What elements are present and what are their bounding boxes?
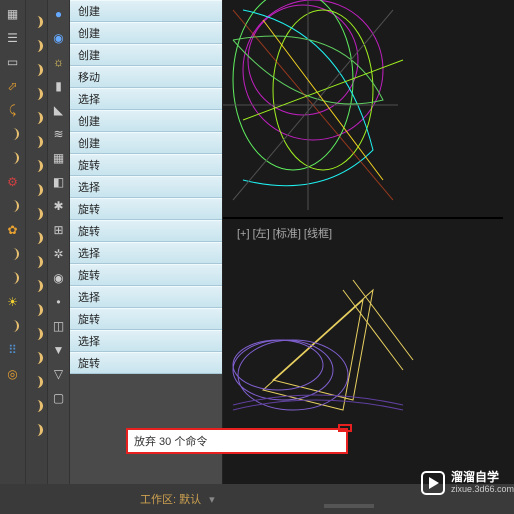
half-moon-icon[interactable]: [27, 252, 47, 272]
history-dropdown: 创建 创建 创建 移动 选择 创建 创建 旋转 选择 旋转 旋转 选择 旋转 选…: [70, 0, 222, 374]
half-moon-icon[interactable]: [27, 324, 47, 344]
moon-icon[interactable]: [3, 148, 23, 168]
camera-icon[interactable]: ▮: [49, 76, 69, 96]
toolbar-shapes: [26, 0, 48, 514]
half-moon-icon[interactable]: [27, 84, 47, 104]
history-item[interactable]: 创建: [70, 132, 222, 154]
watermark-url: zixue.3d66.com: [451, 485, 514, 495]
workspace-label[interactable]: 工作区: 默认: [140, 491, 201, 507]
history-item[interactable]: 选择: [70, 242, 222, 264]
grid-icon[interactable]: ▦: [49, 148, 69, 168]
half-moon-icon[interactable]: [27, 372, 47, 392]
highlight-corner: [338, 424, 352, 432]
circle-icon[interactable]: ●: [49, 4, 69, 24]
list-icon[interactable]: ☰: [3, 28, 23, 48]
history-item[interactable]: 创建: [70, 110, 222, 132]
history-item[interactable]: 旋转: [70, 220, 222, 242]
history-item[interactable]: 选择: [70, 176, 222, 198]
moon-icon[interactable]: [3, 316, 23, 336]
eye-icon[interactable]: ◉: [49, 268, 69, 288]
window-icon[interactable]: ▭: [3, 52, 23, 72]
launch-icon[interactable]: ⬀: [3, 76, 23, 96]
undo-count-box: 放弃 30 个命令: [126, 428, 348, 454]
half-moon-icon[interactable]: [27, 60, 47, 80]
undo-count-text: 放弃 30 个命令: [134, 433, 207, 449]
history-item[interactable]: 创建: [70, 22, 222, 44]
history-item[interactable]: 创建: [70, 44, 222, 66]
play-icon: [421, 471, 445, 495]
spacer-icon: [27, 4, 47, 8]
moon-icon[interactable]: [3, 124, 23, 144]
half-moon-icon[interactable]: [27, 300, 47, 320]
star-icon[interactable]: ✲: [49, 244, 69, 264]
filter-icon[interactable]: ▽: [49, 364, 69, 384]
bulb-icon[interactable]: ☼: [49, 52, 69, 72]
wave-icon[interactable]: ≋: [49, 124, 69, 144]
half-moon-icon[interactable]: [27, 132, 47, 152]
watermark-title: 溜溜自学: [451, 471, 514, 484]
sphere-icon[interactable]: ◉: [49, 28, 69, 48]
history-item[interactable]: 移动: [70, 66, 222, 88]
measure-icon[interactable]: ◣: [49, 100, 69, 120]
viewport-label[interactable]: [+] [左] [标准] [线框]: [237, 225, 332, 241]
half-moon-icon[interactable]: [27, 156, 47, 176]
ring-icon[interactable]: ◎: [3, 364, 23, 384]
sun-icon[interactable]: ☀: [3, 292, 23, 312]
clipboard-icon[interactable]: ▢: [49, 388, 69, 408]
grid3-icon[interactable]: ⊞: [49, 220, 69, 240]
history-item[interactable]: 选择: [70, 330, 222, 352]
half-moon-icon[interactable]: [27, 36, 47, 56]
history-item[interactable]: 旋转: [70, 308, 222, 330]
flower-icon[interactable]: ✿: [3, 220, 23, 240]
timeline-slider[interactable]: [324, 504, 374, 508]
grid-icon[interactable]: ▦: [3, 4, 23, 24]
atom-icon[interactable]: ✱: [49, 196, 69, 216]
half-moon-icon[interactable]: [27, 108, 47, 128]
box-icon[interactable]: ◧: [49, 172, 69, 192]
half-moon-icon[interactable]: [27, 276, 47, 296]
moon-icon[interactable]: [3, 244, 23, 264]
half-moon-icon[interactable]: [27, 228, 47, 248]
half-moon-icon[interactable]: [27, 396, 47, 416]
funnel-icon[interactable]: ▼: [49, 340, 69, 360]
moon-icon[interactable]: [3, 196, 23, 216]
dot-icon[interactable]: •: [49, 292, 69, 312]
history-item[interactable]: 选择: [70, 286, 222, 308]
history-item[interactable]: 选择: [70, 88, 222, 110]
dropdown-icon[interactable]: ▾: [209, 493, 215, 506]
history-item[interactable]: 旋转: [70, 198, 222, 220]
history-item[interactable]: 旋转: [70, 264, 222, 286]
toolbar-appshell: ▦ ☰ ▭ ⬀ ⤹ ⚙ ✿ ☀ ⠿ ◎: [0, 0, 26, 514]
half-moon-icon[interactable]: [27, 180, 47, 200]
gear-icon[interactable]: ⚙: [3, 172, 23, 192]
half-moon-icon[interactable]: [27, 204, 47, 224]
curve-icon[interactable]: ⤹: [3, 100, 23, 120]
watermark: 溜溜自学 zixue.3d66.com: [421, 471, 514, 495]
half-moon-icon[interactable]: [27, 348, 47, 368]
cube-icon[interactable]: ◫: [49, 316, 69, 336]
half-moon-icon[interactable]: [27, 420, 47, 440]
history-item[interactable]: 旋转: [70, 352, 222, 374]
history-item[interactable]: 创建: [70, 0, 222, 22]
history-item[interactable]: 旋转: [70, 154, 222, 176]
half-moon-icon[interactable]: [27, 12, 47, 32]
dots-icon[interactable]: ⠿: [3, 340, 23, 360]
toolbar-scene-tools: ● ◉ ☼ ▮ ◣ ≋ ▦ ◧ ✱ ⊞ ✲ ◉ • ◫ ▼ ▽ ▢: [48, 0, 70, 514]
moon-icon[interactable]: [3, 268, 23, 288]
